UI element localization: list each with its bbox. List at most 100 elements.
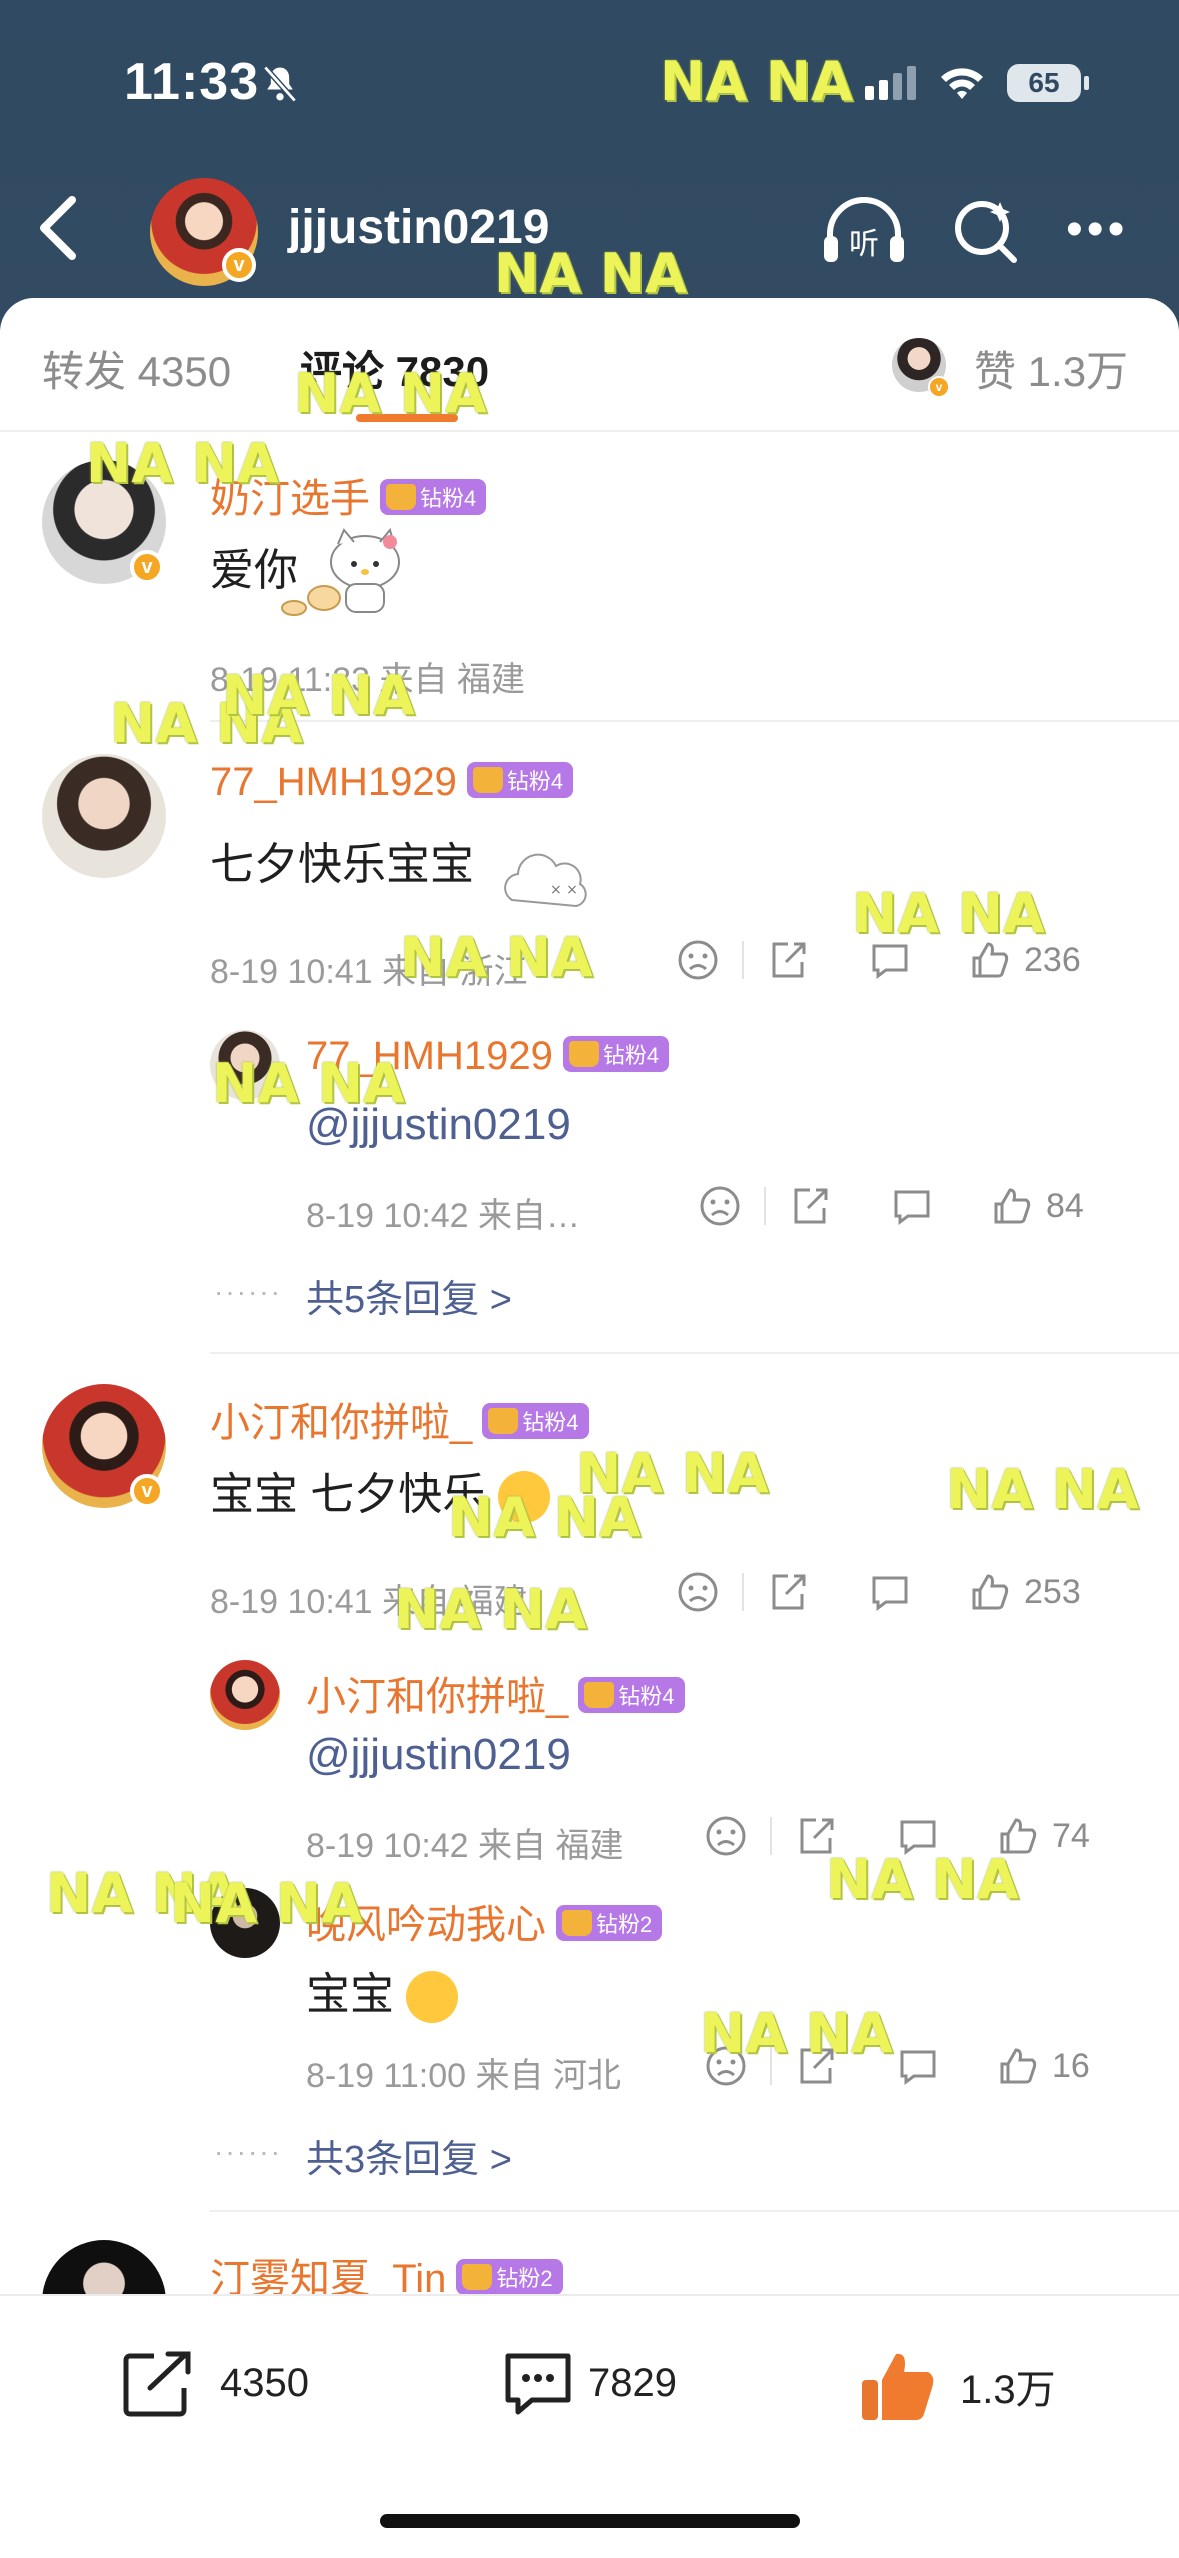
divider (210, 1352, 1179, 1354)
commenter-name-text[interactable]: 小汀和你拼啦_ (210, 1401, 472, 1445)
like-count: 74 (1052, 1816, 1090, 1855)
nana-watermark: NA NA (700, 2002, 893, 2065)
dislike-face-icon[interactable] (676, 1570, 720, 1614)
fan-badge-label: 钻粉4 (506, 769, 564, 795)
like-count: 16 (1052, 2046, 1090, 2085)
crown-icon (472, 767, 503, 794)
dislike-face-icon[interactable] (698, 1184, 742, 1228)
reply-icon[interactable] (890, 1184, 934, 1228)
reply-name-text[interactable]: 小汀和你拼啦_ (306, 1675, 568, 1719)
reply-meta: 8-19 11:00 来自 河北 (306, 2057, 621, 2095)
reply-text[interactable]: @jjjustin0219 (306, 1730, 571, 1780)
nana-watermark: NA NA (212, 1052, 405, 1115)
like-count: 236 (1024, 940, 1081, 979)
fan-badge-label: 钻粉2 (496, 2266, 553, 2292)
comment-actions: 253 (676, 1570, 1081, 1614)
repost-icon (123, 2351, 191, 2417)
verified-badge-icon: v (130, 550, 164, 584)
dislike-face-icon[interactable] (704, 1814, 748, 1858)
action-separator (742, 941, 744, 979)
action-separator (764, 1187, 766, 1225)
divider (210, 2210, 1179, 2212)
commenter-name[interactable]: 77_HMH1929 钻粉4 (210, 760, 574, 805)
comment-text-content: 宝宝 七夕快乐 (210, 1470, 487, 1519)
like-total: 1.3万 (960, 2368, 1056, 2412)
like-count: 253 (1024, 1572, 1081, 1611)
bottom-repost-button[interactable]: 4350 (120, 2348, 309, 2418)
hello-kitty-sticker-icon (281, 527, 400, 616)
reply-icon[interactable] (868, 1570, 912, 1614)
signal-icon (865, 66, 916, 100)
like-icon[interactable] (990, 1184, 1034, 1228)
tab-bar: 转发 4350 评论 7830 v 赞 1.3万 (0, 298, 1179, 432)
nana-watermark: NA NA (394, 1578, 587, 1641)
back-arrow-icon[interactable] (36, 196, 80, 260)
fan-badge-label: 钻粉4 (602, 1043, 660, 1069)
nana-watermark: NA NA (852, 882, 1045, 945)
share-icon[interactable] (788, 1184, 832, 1228)
nana-watermark: NA NA (400, 926, 593, 989)
reply-text-content: 宝宝 (306, 1970, 394, 2019)
commenter-name[interactable]: 小汀和你拼啦_ 钻粉4 (210, 1390, 589, 1448)
share-icon[interactable] (766, 938, 810, 982)
like-icon[interactable] (968, 1570, 1012, 1614)
repost-count: 4350 (220, 2360, 309, 2405)
dislike-face-icon[interactable] (676, 938, 720, 982)
reply-icon[interactable] (896, 2044, 940, 2088)
fan-badge: 钻粉4 (466, 762, 574, 799)
fan-badge-label: 钻粉4 (420, 486, 477, 512)
more-replies-link[interactable]: 共5条回复 > (306, 1268, 512, 1323)
fan-badge: 钻粉4 (380, 479, 487, 516)
reply-actions: 84 (698, 1184, 1084, 1228)
status-right: 65 (865, 64, 1089, 102)
nana-watermark: NA NA (826, 1848, 1019, 1911)
like-count: 84 (1046, 1186, 1084, 1225)
listen-icon[interactable]: 听 (822, 196, 906, 266)
nana-watermark: NA NA (294, 362, 487, 425)
crown-icon (462, 2264, 493, 2291)
action-separator (770, 1817, 772, 1855)
like-icon[interactable] (996, 2044, 1040, 2088)
crown-icon (568, 1041, 599, 1068)
comment-count: 7829 (588, 2360, 677, 2405)
home-indicator (380, 2514, 800, 2528)
crown-icon (584, 1682, 615, 1709)
crown-icon (386, 484, 416, 511)
nana-watermark: NA NA (660, 50, 853, 113)
more-replies-link[interactable]: 共3条回复 > (306, 2128, 512, 2183)
crown-icon (488, 1408, 519, 1435)
verified-badge-icon: v (130, 1474, 164, 1508)
listen-label: 听 (849, 227, 879, 262)
blush-emoji-icon (406, 1971, 459, 2024)
nana-watermark: NA NA (170, 1872, 363, 1935)
liker-verified-icon: v (928, 376, 950, 398)
tab-likes[interactable]: 赞 1.3万 (974, 338, 1128, 399)
reply-meta: 8-19 10:42 来自… (306, 1197, 581, 1235)
comment-icon (505, 2353, 571, 2415)
bottom-comment-button[interactable]: 7829 (500, 2348, 677, 2418)
share-icon[interactable] (766, 1570, 810, 1614)
fan-badge-label: 钻粉4 (522, 1410, 579, 1436)
commenter-name-text[interactable]: 77_HMH1929 (210, 760, 457, 804)
commenter-avatar[interactable] (42, 754, 166, 878)
verified-badge-icon: v (222, 248, 256, 282)
wifi-icon (941, 68, 983, 99)
fan-badge: 钻粉2 (556, 1905, 663, 1942)
more-options-icon[interactable]: ••• (1066, 206, 1128, 254)
reply-avatar[interactable] (210, 1660, 280, 1730)
liked-thumb-icon (862, 2353, 934, 2420)
action-separator (742, 1573, 744, 1611)
search-icon[interactable] (950, 196, 1020, 266)
cloud-sticker-icon: × × (504, 853, 587, 908)
reply-name[interactable]: 小汀和你拼啦_ 钻粉4 (306, 1664, 685, 1722)
nana-watermark: NA NA (494, 242, 687, 305)
fan-badge: 钻粉4 (482, 1403, 589, 1440)
reply-text: 宝宝 (306, 1958, 459, 2024)
bottom-like-button[interactable]: 1.3万 (858, 2348, 1056, 2424)
battery-indicator: 65 (1007, 64, 1089, 102)
nana-watermark: NA NA (448, 1486, 641, 1549)
bell-off-icon (263, 65, 297, 103)
nana-watermark: NA NA (86, 432, 279, 495)
fan-badge-label: 钻粉2 (596, 1912, 653, 1938)
tab-reposts[interactable]: 转发 4350 (42, 338, 231, 399)
